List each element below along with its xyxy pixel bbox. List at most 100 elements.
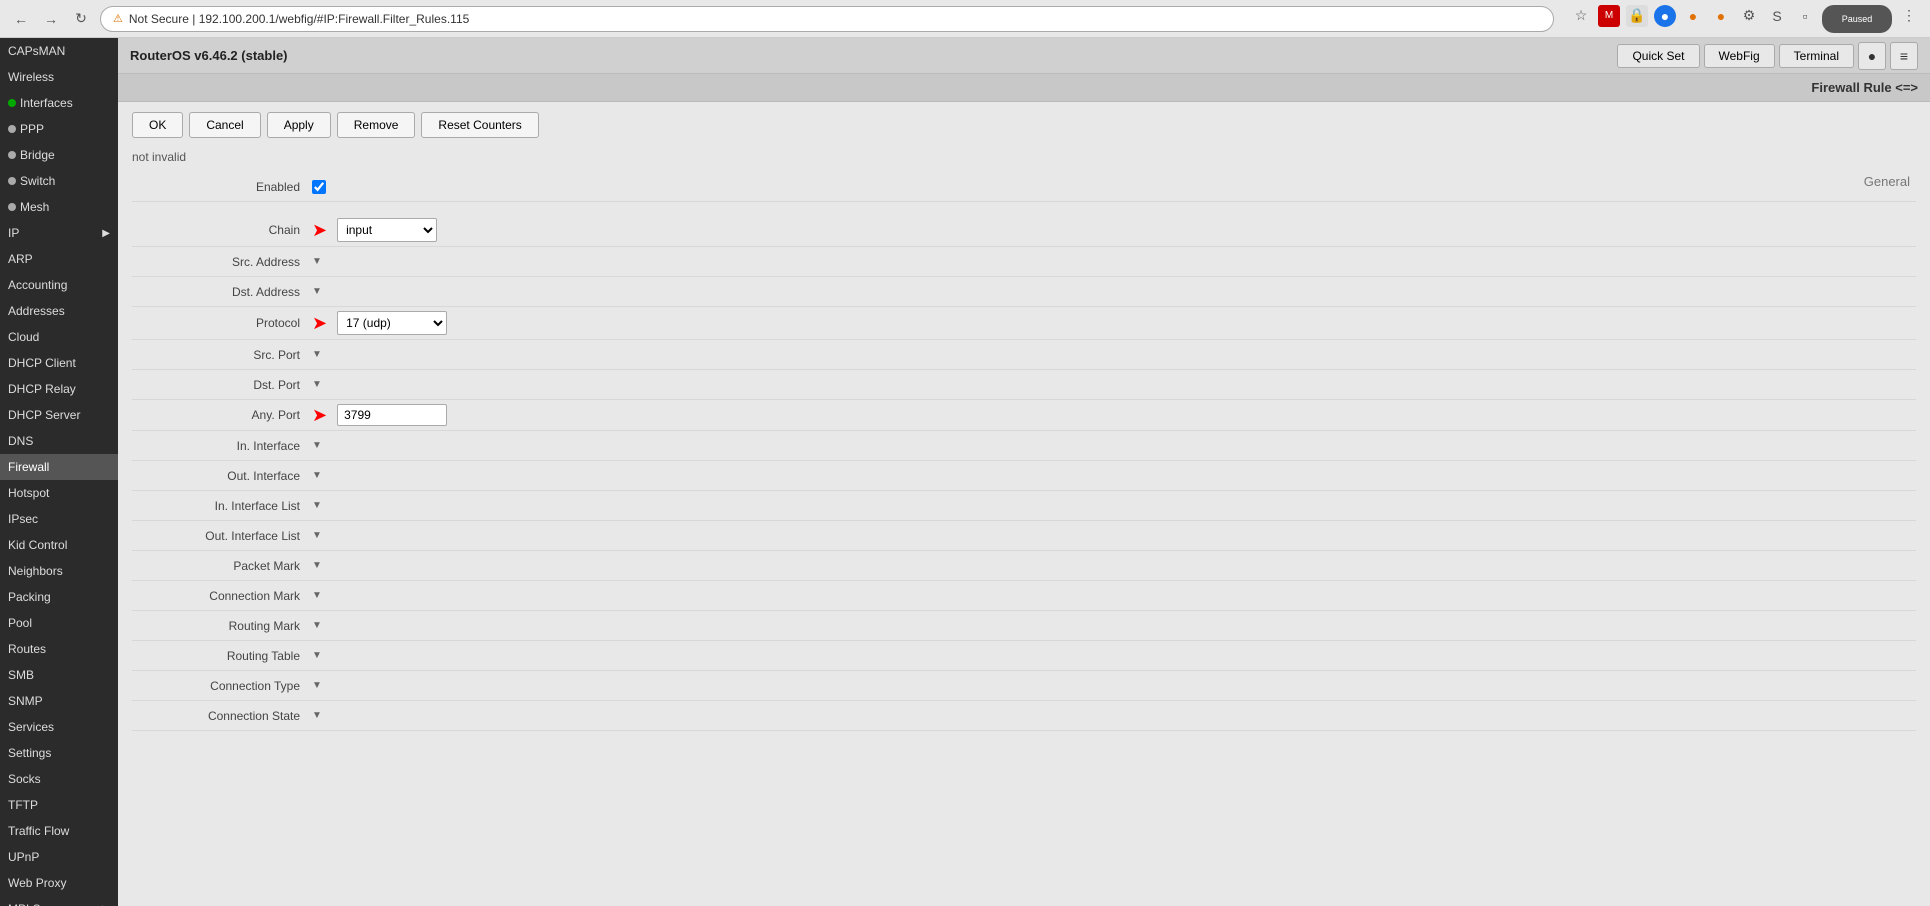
routing-table-control: ▼: [312, 650, 322, 661]
sidebar-item-ipsec[interactable]: IPsec: [0, 506, 118, 532]
extensions-icon[interactable]: M: [1598, 5, 1620, 27]
connection-state-control: ▼: [312, 710, 322, 721]
quick-set-button[interactable]: Quick Set: [1617, 44, 1699, 68]
sidebar-item-ppp[interactable]: PPP: [0, 116, 118, 142]
sidebar-item-addresses[interactable]: Addresses: [0, 298, 118, 324]
sidebar-dot-icon: [8, 99, 16, 107]
sidebar-item-ip[interactable]: IP▶: [0, 220, 118, 246]
sidebar-item-dns[interactable]: DNS: [0, 428, 118, 454]
connection-mark-dropdown[interactable]: ▼: [312, 590, 322, 601]
src-port-row: Src. Port ▼: [132, 340, 1916, 370]
protocol-control: ➤ 17 (udp): [312, 311, 447, 335]
url-bar[interactable]: ⚠ Not Secure | 192.100.200.1/webfig/#IP:…: [100, 6, 1554, 32]
dst-port-dropdown[interactable]: ▼: [312, 379, 322, 390]
routing-mark-dropdown[interactable]: ▼: [312, 620, 322, 631]
cancel-button[interactable]: Cancel: [189, 112, 260, 138]
reset-counters-button[interactable]: Reset Counters: [421, 112, 538, 138]
sidebar-item-bridge[interactable]: Bridge: [0, 142, 118, 168]
icon5[interactable]: ●: [1710, 5, 1732, 27]
sidebar-item-pool[interactable]: Pool: [0, 610, 118, 636]
reload-button[interactable]: ↻: [70, 8, 92, 30]
sidebar-item-switch[interactable]: Switch: [0, 168, 118, 194]
star-button[interactable]: ☆: [1570, 5, 1592, 27]
sidebar-item-accounting[interactable]: Accounting: [0, 272, 118, 298]
sidebar-item-hotspot[interactable]: Hotspot: [0, 480, 118, 506]
out-interface-list-row: Out. Interface List ▼: [132, 521, 1916, 551]
packet-mark-control: ▼: [312, 560, 322, 571]
sidebar-item-dhcp-server[interactable]: DHCP Server: [0, 402, 118, 428]
sidebar-item-wireless[interactable]: Wireless: [0, 64, 118, 90]
ok-button[interactable]: OK: [132, 112, 183, 138]
icon4[interactable]: ●: [1682, 5, 1704, 27]
sidebar-item-snmp[interactable]: SNMP: [0, 688, 118, 714]
out-interface-dropdown[interactable]: ▼: [312, 470, 322, 481]
icon6[interactable]: ⚙: [1738, 5, 1760, 27]
apply-button[interactable]: Apply: [267, 112, 331, 138]
dst-address-row: Dst. Address ▼: [132, 277, 1916, 307]
terminal-button[interactable]: Terminal: [1779, 44, 1854, 68]
sidebar-item-settings[interactable]: Settings: [0, 740, 118, 766]
src-port-dropdown[interactable]: ▼: [312, 349, 322, 360]
packet-mark-row: Packet Mark ▼: [132, 551, 1916, 581]
connection-state-dropdown[interactable]: ▼: [312, 710, 322, 721]
chain-select[interactable]: input: [337, 218, 437, 242]
sidebar-item-cloud[interactable]: Cloud: [0, 324, 118, 350]
extra-icon1[interactable]: ●: [1858, 42, 1886, 70]
icon7[interactable]: S: [1766, 5, 1788, 27]
sidebar-item-upnp[interactable]: UPnP: [0, 844, 118, 870]
sidebar-dot-icon: [8, 203, 16, 211]
sidebar-item-routes[interactable]: Routes: [0, 636, 118, 662]
sidebar-item-tftp[interactable]: TFTP: [0, 792, 118, 818]
sidebar-item-capsman[interactable]: CAPsMAN: [0, 38, 118, 64]
sidebar-item-label: Socks: [8, 772, 41, 786]
forward-button[interactable]: →: [40, 8, 62, 30]
webfig-button[interactable]: WebFig: [1704, 44, 1775, 68]
any-port-input[interactable]: [337, 404, 447, 426]
dst-port-control: ▼: [312, 379, 322, 390]
icon8[interactable]: ▫: [1794, 5, 1816, 27]
sidebar-item-label: Kid Control: [8, 538, 67, 552]
any-port-control: ➤: [312, 404, 447, 426]
packet-mark-dropdown[interactable]: ▼: [312, 560, 322, 571]
top-bar: RouterOS v6.46.2 (stable) Quick Set WebF…: [118, 38, 1930, 74]
remove-button[interactable]: Remove: [337, 112, 416, 138]
protocol-select[interactable]: 17 (udp): [337, 311, 447, 335]
back-button[interactable]: ←: [10, 8, 32, 30]
profile-button[interactable]: Paused: [1822, 5, 1892, 33]
sidebar-item-web-proxy[interactable]: Web Proxy: [0, 870, 118, 896]
routing-table-dropdown[interactable]: ▼: [312, 650, 322, 661]
src-address-control: ▼: [312, 256, 322, 267]
enabled-checkbox[interactable]: [312, 180, 326, 194]
out-interface-list-dropdown[interactable]: ▼: [312, 530, 322, 541]
sidebar-item-label: Wireless: [8, 70, 54, 84]
sidebar-item-mpls[interactable]: MPLS▶: [0, 896, 118, 906]
sidebar-item-socks[interactable]: Socks: [0, 766, 118, 792]
sidebar-item-smb[interactable]: SMB: [0, 662, 118, 688]
icon2[interactable]: 🔒: [1626, 5, 1648, 27]
in-interface-list-label: In. Interface List: [132, 499, 312, 513]
sidebar-item-label: PPP: [20, 122, 44, 136]
sidebar-item-arp[interactable]: ARP: [0, 246, 118, 272]
src-address-dropdown[interactable]: ▼: [312, 256, 322, 267]
sidebar-item-neighbors[interactable]: Neighbors: [0, 558, 118, 584]
connection-type-dropdown[interactable]: ▼: [312, 680, 322, 691]
sidebar-item-dhcp-client[interactable]: DHCP Client: [0, 350, 118, 376]
extra-icon2[interactable]: ≡: [1890, 42, 1918, 70]
sidebar-item-interfaces[interactable]: Interfaces: [0, 90, 118, 116]
sidebar-item-packing[interactable]: Packing: [0, 584, 118, 610]
sidebar-item-traffic-flow[interactable]: Traffic Flow: [0, 818, 118, 844]
any-port-row: Any. Port ➤: [132, 400, 1916, 431]
sidebar-item-dhcp-relay[interactable]: DHCP Relay: [0, 376, 118, 402]
icon3[interactable]: ●: [1654, 5, 1676, 27]
out-interface-label: Out. Interface: [132, 469, 312, 483]
menu-button[interactable]: ⋮: [1898, 5, 1920, 27]
sidebar-item-mesh[interactable]: Mesh: [0, 194, 118, 220]
in-interface-dropdown[interactable]: ▼: [312, 440, 322, 451]
sidebar-item-firewall[interactable]: Firewall: [0, 454, 118, 480]
in-interface-list-dropdown[interactable]: ▼: [312, 500, 322, 511]
sidebar-item-label: Accounting: [8, 278, 67, 292]
app-container: CAPsMAN Wireless Interfaces PPP BridgeSwitch…: [0, 38, 1930, 906]
sidebar-item-services[interactable]: Services: [0, 714, 118, 740]
dst-address-dropdown[interactable]: ▼: [312, 286, 322, 297]
sidebar-item-kid-control[interactable]: Kid Control: [0, 532, 118, 558]
